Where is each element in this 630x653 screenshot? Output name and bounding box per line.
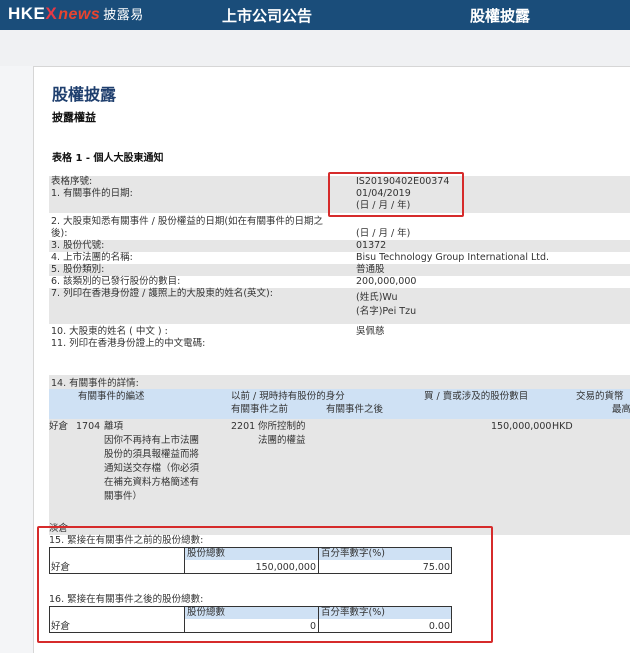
- capacity-code: 2201: [231, 421, 256, 432]
- form-no-label: 表格序號:: [51, 176, 93, 187]
- event-desc-line-5: 在補充資料方格簡述有: [104, 477, 200, 488]
- awareness-date-label-cont: 後):: [51, 228, 68, 239]
- page-subtitle: 披露權益: [52, 111, 96, 124]
- form-section-title: 表格 1 - 個人大股東通知: [52, 153, 164, 164]
- event-code: 1704: [76, 421, 101, 432]
- field-english-name: 7. 列印在香港身份證 / 護照上的大股東的姓名(英文): (姓氏)Wu (名字…: [49, 288, 630, 324]
- event-desc-line-3: 股份的須具報權益而將: [104, 449, 200, 460]
- page-title: 股權披露: [52, 85, 117, 104]
- event-date-label: 1. 有關事件的日期:: [51, 188, 133, 199]
- sub-header-bar: [0, 30, 630, 66]
- chinese-code-label: 11. 列印在香港身份證上的中文電碼:: [51, 338, 206, 349]
- stock-code-value: 01372: [356, 240, 387, 251]
- field-chinese-name: 10. 大股東的姓名 ( 中文 ) : 吳佩慈: [49, 326, 630, 338]
- col-event-description: 有關事件的編述: [78, 391, 145, 402]
- field-chinese-code: 11. 列印在香港身份證上的中文電碼:: [49, 338, 630, 350]
- corp-name-value: Bisu Technology Group International Ltd.: [356, 252, 550, 263]
- field-issued-shares: 6. 該類別的已發行股份的數目: 200,000,000: [49, 276, 630, 288]
- field-stock-code: 3. 股份代號: 01372: [49, 240, 630, 252]
- left-margin: [0, 66, 33, 653]
- event-position-long: 好倉: [49, 421, 69, 432]
- english-name-label: 7. 列印在香港身份證 / 護照上的大股東的姓名(英文):: [51, 288, 273, 299]
- nav-disclosure-of-interests[interactable]: 股權披露: [470, 5, 530, 26]
- event-desc-line-4: 通知送交存檔（你必須: [104, 463, 200, 474]
- share-class-value: 普通股: [356, 264, 385, 275]
- stock-code-label: 3. 股份代號:: [51, 240, 105, 251]
- event-desc-line-2: 因你不再持有上市法團: [104, 435, 200, 446]
- event-desc-line-6: 關事件）: [104, 491, 143, 502]
- logo-chinese-text: 披露易: [103, 7, 144, 22]
- col-highest-price: 最高: [612, 404, 630, 415]
- logo-news-text: news: [58, 6, 101, 23]
- awareness-date-label: 2. 大股東知悉有關事件 / 股份權益的日期(如在有關事件的日期之: [51, 216, 324, 227]
- given-name-value: (名字)Pei Tzu: [356, 306, 417, 317]
- col-currency: 交易的貨幣: [576, 391, 624, 402]
- chinese-name-label: 10. 大股東的姓名 ( 中文 ) :: [51, 326, 168, 337]
- surname-value: (姓氏)Wu: [356, 292, 398, 303]
- col-capacity: 以前 / 現時持有股份的身分: [231, 391, 345, 402]
- field-share-class: 5. 股份類別: 普通股: [49, 264, 630, 276]
- field-awareness-date: 2. 大股東知悉有關事件 / 股份權益的日期(如在有關事件的日期之 後): (日…: [49, 216, 630, 240]
- chinese-name-value: 吳佩慈: [356, 326, 385, 337]
- nav-listed-company-announcements[interactable]: 上市公司公告: [222, 5, 312, 26]
- logo-hkex-text: HKE: [8, 4, 46, 23]
- event-shares: 150,000,000: [491, 421, 552, 432]
- highlight-box-share-totals: [37, 526, 493, 643]
- field-corp-name: 4. 上市法團的名稱: Bisu Technology Group Intern…: [49, 252, 630, 264]
- event-currency: HKD: [552, 421, 573, 432]
- event-desc-line-1: 離項: [104, 421, 124, 432]
- top-navigation-bar: HKEXnews 披露易 上市公司公告 股權披露: [0, 0, 630, 30]
- logo-x-mark: X: [45, 4, 58, 23]
- issued-shares-label: 6. 該類別的已發行股份的數目:: [51, 276, 181, 287]
- hkex-news-logo[interactable]: HKEXnews 披露易: [8, 4, 144, 24]
- capacity-line-1: 你所控制的: [258, 421, 306, 432]
- col-shares-involved: 買 / 賣或涉及的股份數目: [424, 391, 529, 402]
- issued-shares-value: 200,000,000: [356, 276, 417, 287]
- share-class-label: 5. 股份類別:: [51, 264, 105, 275]
- col-after-event: 有關事件之後: [326, 404, 384, 415]
- corp-name-label: 4. 上市法團的名稱:: [51, 252, 133, 263]
- capacity-line-2: 法團的權益: [258, 435, 306, 446]
- awareness-date-value: (日 / 月 / 年): [356, 228, 411, 239]
- disclosure-document: 股權披露 披露權益 表格 1 - 個人大股東通知 表格序號: IS2019040…: [33, 66, 630, 653]
- col-before-event: 有關事件之前: [231, 404, 289, 415]
- highlight-box-event-date: [328, 172, 464, 217]
